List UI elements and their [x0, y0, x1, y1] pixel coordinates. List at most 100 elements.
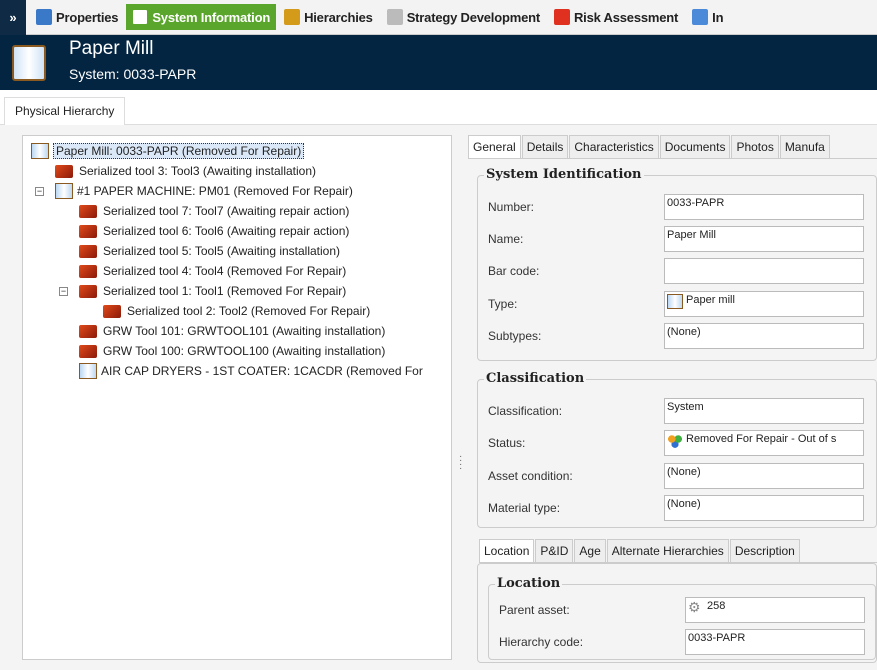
- tree-node[interactable]: Paper Mill: 0033-PAPR (Removed For Repai…: [31, 141, 305, 161]
- toolbar-label: Strategy Development: [406, 9, 540, 25]
- parent-asset-field[interactable]: ⚙ 258: [685, 597, 865, 623]
- field-label: Subtypes:: [488, 329, 542, 343]
- toolbar-label: System Information: [152, 9, 271, 25]
- field-label: Name:: [488, 232, 524, 246]
- splitter-handle[interactable]: · · · ·: [459, 452, 462, 474]
- expand-chevron-button[interactable]: »: [0, 0, 26, 35]
- field-value: 0033-PAPR: [688, 632, 746, 644]
- hierarchy-tree: Paper Mill: 0033-PAPR (Removed For Repai…: [22, 135, 452, 660]
- tree-node[interactable]: #1 PAPER MACHINE: PM01 (Removed For Repa…: [55, 181, 353, 201]
- book-icon: [12, 45, 46, 81]
- tree-node[interactable]: Serialized tool 6: Tool6 (Awaiting repai…: [79, 221, 349, 241]
- page-subtitle: System: 0033-PAPR: [69, 66, 197, 82]
- toolbar-icon: [132, 9, 149, 25]
- field-value: 0033-PAPR: [667, 197, 725, 209]
- type-field[interactable]: Paper mill: [664, 291, 864, 317]
- tab-details[interactable]: Details: [521, 135, 569, 158]
- tree-node[interactable]: AIR CAP DRYERS - 1ST COATER: 1CACDR (Rem…: [79, 361, 423, 381]
- location-panel: Location Parent asset: ⚙ 258 Hierarchy code…: [477, 563, 877, 663]
- tree-node-label: #1 PAPER MACHINE: PM01 (Removed For Repa…: [77, 184, 353, 198]
- field-value: Paper mill: [686, 294, 735, 306]
- tree-node-label: Serialized tool 6: Tool6 (Awaiting repai…: [103, 224, 350, 238]
- field-value: Paper Mill: [667, 229, 716, 241]
- status-icon: [667, 433, 683, 448]
- field-label: Asset condition:: [488, 469, 573, 483]
- toolbar-properties[interactable]: Properties: [30, 4, 124, 30]
- tab-general[interactable]: General: [468, 135, 521, 158]
- tree-node[interactable]: Serialized tool 2: Tool2 (Removed For Re…: [103, 301, 370, 321]
- subtypes-field[interactable]: (None): [664, 323, 864, 349]
- tool-icon: [79, 224, 97, 238]
- name-field[interactable]: Paper Mill: [664, 226, 864, 252]
- tab-photos[interactable]: Photos: [731, 135, 779, 158]
- field-value: 258: [707, 600, 726, 612]
- classification-group: Classification Classification: System Stat…: [477, 371, 877, 528]
- location-group: Location Parent asset: ⚙ 258 Hierarchy code…: [488, 576, 876, 660]
- field-label: Hierarchy code:: [499, 635, 584, 649]
- field-label: Classification:: [488, 404, 563, 418]
- field-label: Parent asset:: [499, 603, 570, 617]
- toolbar-risk-assessment[interactable]: Risk Assessment: [548, 4, 684, 30]
- toolbar-icon: [36, 9, 52, 25]
- tab-p-id[interactable]: P&ID: [535, 539, 574, 562]
- tool-icon: [55, 164, 73, 178]
- tool-icon: [79, 324, 97, 338]
- tree-node[interactable]: Serialized tool 1: Tool1 (Removed For Re…: [79, 281, 346, 301]
- page-title: Paper Mill: [69, 38, 154, 59]
- tree-node-label: GRW Tool 101: GRWTOOL101 (Awaiting insta…: [103, 324, 386, 338]
- toolbar-hierarchies[interactable]: Hierarchies: [278, 4, 379, 30]
- bar-code-field[interactable]: [664, 258, 864, 284]
- tab-alternate-hierarchies[interactable]: Alternate Hierarchies: [606, 539, 729, 562]
- tab-description[interactable]: Description: [729, 539, 800, 562]
- book-icon: [31, 143, 49, 159]
- tree-node-label: Serialized tool 7: Tool7 (Awaiting repai…: [103, 204, 350, 218]
- field-label: Number:: [488, 200, 535, 214]
- tab-age[interactable]: Age: [574, 539, 606, 562]
- tree-node-label: Serialized tool 2: Tool2 (Removed For Re…: [127, 304, 371, 318]
- number-field[interactable]: 0033-PAPR: [664, 194, 864, 220]
- tool-icon: [79, 344, 97, 358]
- field-value: (None): [667, 326, 701, 338]
- toolbar-system-information[interactable]: System Information: [126, 4, 277, 30]
- material-type-field[interactable]: (None): [664, 495, 864, 521]
- hierarchy-code-field[interactable]: 0033-PAPR: [685, 629, 865, 655]
- toolbar-label: In: [712, 9, 724, 25]
- page-header: Paper Mill System: 0033-PAPR: [0, 35, 877, 90]
- book-icon: [55, 183, 73, 199]
- field-label: Status:: [488, 436, 526, 450]
- tab-characteristics[interactable]: Characteristics: [569, 135, 659, 158]
- tool-icon: [103, 304, 121, 318]
- status-field[interactable]: Removed For Repair - Out of s: [664, 430, 864, 456]
- collapse-toggle[interactable]: −: [35, 187, 44, 196]
- toolbar: » Properties System Information Hierarchie…: [0, 0, 877, 35]
- tree-node[interactable]: Serialized tool 4: Tool4 (Removed For Re…: [79, 261, 346, 281]
- group-title: System Identification: [484, 167, 644, 182]
- tree-node[interactable]: Serialized tool 5: Tool5 (Awaiting insta…: [79, 241, 340, 261]
- tree-node-label: GRW Tool 100: GRWTOOL100 (Awaiting insta…: [103, 344, 386, 358]
- tree-node-label: Paper Mill: 0033-PAPR (Removed For Repai…: [53, 143, 305, 159]
- gear-icon: ⚙: [688, 599, 701, 615]
- toolbar-in[interactable]: In: [686, 4, 729, 30]
- tab-location[interactable]: Location: [479, 539, 535, 562]
- group-title: Location: [495, 576, 563, 591]
- tab-documents[interactable]: Documents: [659, 135, 731, 158]
- asset-condition-field[interactable]: (None): [664, 463, 864, 489]
- field-value: (None): [667, 466, 701, 478]
- tab-manufa[interactable]: Manufa: [779, 135, 830, 158]
- book-icon: [79, 363, 97, 379]
- classification-field[interactable]: System: [664, 398, 864, 424]
- field-label: Type:: [488, 297, 518, 311]
- tab-physical-hierarchy[interactable]: Physical Hierarchy: [4, 97, 126, 125]
- field-label: Material type:: [488, 501, 561, 515]
- tree-node[interactable]: Serialized tool 3: Tool3 (Awaiting insta…: [55, 161, 316, 181]
- toolbar-strategy-development[interactable]: Strategy Development: [381, 4, 546, 30]
- field-value: (None): [667, 498, 701, 510]
- collapse-toggle[interactable]: −: [59, 287, 68, 296]
- toolbar-icon: [386, 9, 403, 25]
- tool-icon: [79, 264, 97, 278]
- toolbar-icon: [692, 9, 709, 25]
- system-identification-group: System Identification Number: 0033-PAPR Na…: [477, 167, 877, 361]
- tree-node[interactable]: GRW Tool 100: GRWTOOL100 (Awaiting insta…: [79, 341, 385, 361]
- tree-node[interactable]: Serialized tool 7: Tool7 (Awaiting repai…: [79, 201, 349, 221]
- tree-node[interactable]: GRW Tool 101: GRWTOOL101 (Awaiting insta…: [79, 321, 385, 341]
